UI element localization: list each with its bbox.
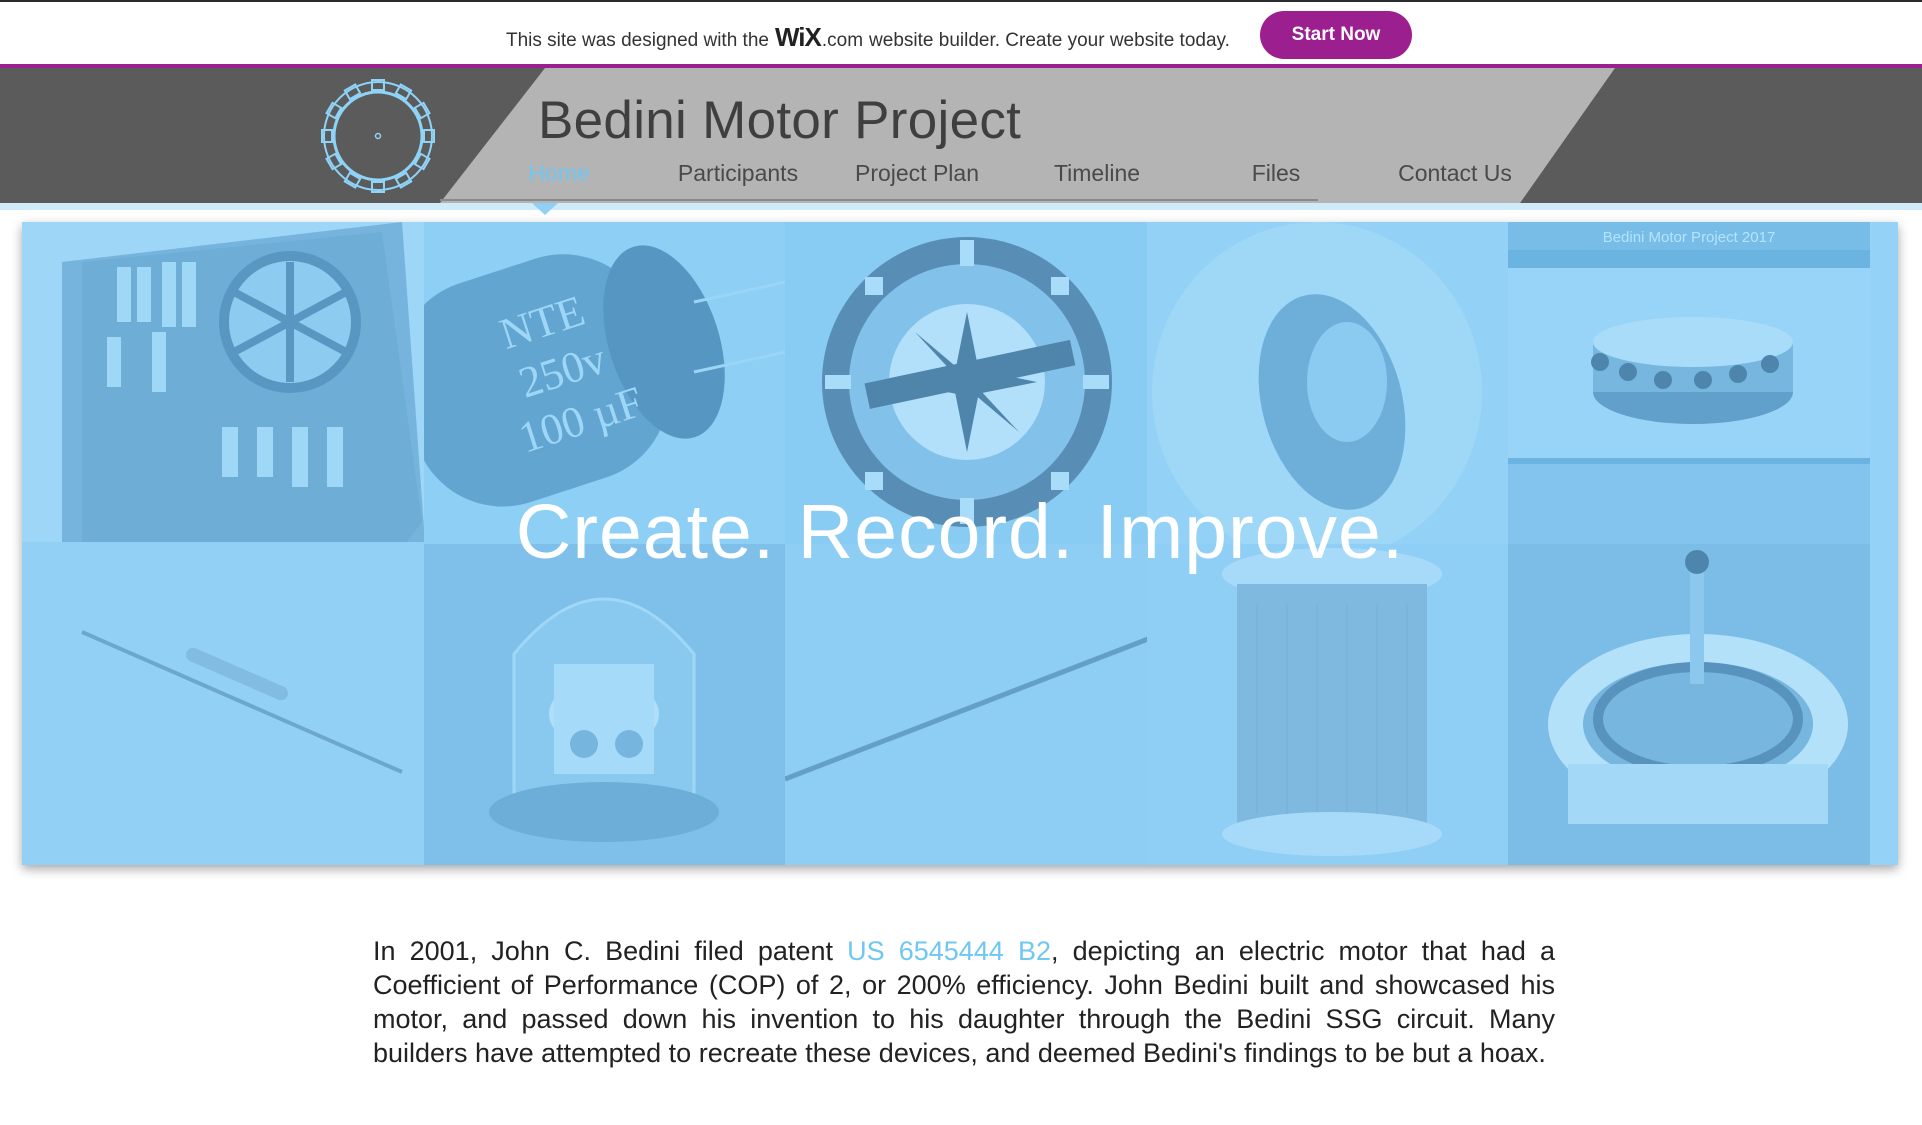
- wix-promo-banner: This site was designed with the WiX .com…: [0, 0, 1922, 64]
- hero-slideshow: NTE 250v 100 µF Bedini Motor Project 201…: [22, 222, 1898, 865]
- nav-item-contact-us[interactable]: Contact Us: [1366, 160, 1544, 187]
- start-now-button[interactable]: Start Now: [1260, 11, 1412, 59]
- wix-promo-text-after: website builder. Create your website tod…: [869, 30, 1230, 51]
- nav-item-home[interactable]: Home: [470, 160, 648, 187]
- wix-promo-text-before: This site was designed with the: [506, 30, 769, 51]
- nav-item-files[interactable]: Files: [1187, 160, 1365, 187]
- rotor-ring-icon[interactable]: [320, 78, 436, 194]
- wix-logo[interactable]: WiX: [775, 22, 822, 53]
- site-header: Bedini Motor Project Home Participants P…: [0, 68, 1922, 203]
- main-nav: Home Participants Project Plan Timeline …: [470, 160, 1560, 200]
- nav-item-timeline[interactable]: Timeline: [1008, 160, 1186, 187]
- patent-link[interactable]: US 6545444 B2: [847, 936, 1051, 966]
- wix-promo-text: This site was designed with the WiX .com…: [506, 22, 1230, 53]
- wix-domain: .com: [821, 30, 864, 51]
- active-nav-pointer-icon: [532, 203, 558, 215]
- header-underline: [0, 203, 1922, 210]
- hero-headline: Create. Record. Improve.: [515, 489, 1405, 575]
- intro-text-before-link: In 2001, John C. Bedini filed patent: [373, 936, 833, 966]
- nav-item-project-plan[interactable]: Project Plan: [828, 160, 1006, 187]
- intro-paragraph: In 2001, John C. Bedini filed patent US …: [373, 934, 1555, 1070]
- site-title[interactable]: Bedini Motor Project: [538, 90, 1021, 151]
- nav-item-participants[interactable]: Participants: [649, 160, 827, 187]
